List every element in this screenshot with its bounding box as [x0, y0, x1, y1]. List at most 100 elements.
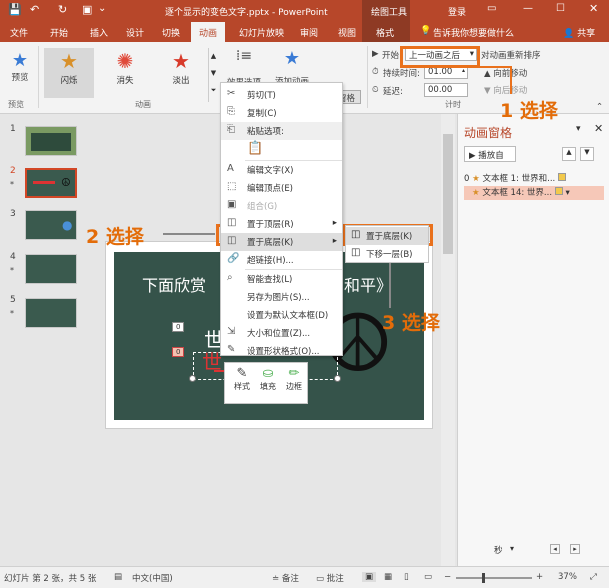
tab-review[interactable]: 审阅 [300, 26, 318, 39]
tab-view[interactable]: 视图 [338, 26, 356, 39]
add-animation-icon: ★ [283, 48, 301, 69]
hyperlink-icon: 🔗 [227, 253, 240, 264]
comments-button[interactable]: ▭ 批注 [316, 572, 344, 584]
timeline-scroll-left[interactable]: ◂ [550, 544, 560, 554]
tab-insert[interactable]: 插入 [90, 26, 108, 39]
tab-format[interactable]: 格式 [376, 26, 394, 39]
send-to-back-icon: ◫ [227, 235, 237, 246]
submenu-send-to-back[interactable]: ◫ 置于底层(K) [346, 227, 428, 245]
scroll-thumb[interactable] [443, 134, 453, 254]
maximize-icon[interactable]: ☐ [556, 3, 565, 14]
menu-item-group[interactable]: ▣ 组合(G) [221, 197, 342, 215]
save-icon[interactable]: 💾 [8, 3, 22, 16]
zoom-slider[interactable] [456, 577, 532, 579]
effects-gallery-scroll[interactable]: ▲ ▼ ⏷ [208, 48, 218, 102]
menu-item-edit-points[interactable]: ⬚ 编辑顶点(E) [221, 179, 342, 197]
slideshow-view-icon[interactable]: ▭ [424, 572, 432, 582]
language-status[interactable]: 中文(中国) [132, 572, 173, 584]
tab-animations[interactable]: 动画 [191, 22, 226, 42]
preview-button[interactable]: ★ 预览 [6, 50, 34, 83]
slide-thumb-1[interactable] [25, 126, 77, 156]
menu-item-set-default-textbox[interactable]: 设置为默认文本框(D) [221, 306, 342, 324]
slide-sorter-icon[interactable]: ▦ [384, 572, 392, 582]
fill-button[interactable]: ⛀ 填充 [257, 366, 279, 392]
menu-item-bring-to-front[interactable]: ◫ 置于顶层(R) ▸ [221, 215, 342, 233]
move-later-button[interactable]: ▼ 向后移动 [484, 84, 527, 96]
slide-thumb-4[interactable] [25, 254, 77, 284]
move-earlier-button[interactable]: ▲ 向前移动 [484, 67, 527, 79]
normal-view-icon[interactable]: ▣ [362, 572, 377, 582]
zoom-in-icon[interactable]: + [536, 572, 543, 582]
arrange-submenu: ◫ 置于底层(K) ◫ 下移一层(B) [345, 225, 429, 263]
timeline-seconds[interactable]: 秒 [494, 544, 503, 556]
tell-me-input[interactable]: 告诉我你想要做什么 [433, 26, 514, 39]
notes-button[interactable]: ≐ 备注 [272, 572, 299, 584]
timeline-scroll-right[interactable]: ▸ [570, 544, 580, 554]
share-button[interactable]: 👤 共享 [563, 26, 595, 39]
effect-disappear[interactable]: ✺ 消失 [100, 48, 150, 98]
collapse-ribbon-icon[interactable]: ⌃ [596, 102, 603, 112]
slideshow-icon[interactable]: ▣ [82, 3, 92, 16]
customize-qat-icon[interactable]: ⌄ [98, 3, 106, 14]
slide-thumb-3[interactable]: ● [25, 210, 77, 240]
slide-thumb-2[interactable]: ☮ [25, 168, 77, 198]
bring-to-front-icon: ◫ [227, 217, 237, 228]
animation-tag-0[interactable]: 0 [172, 322, 185, 332]
resize-handle[interactable] [189, 375, 196, 382]
anim-list-item[interactable]: 0 ★ 文本框 1: 世界和... [464, 172, 604, 186]
pane-close-icon[interactable]: ✕ [594, 122, 603, 135]
anim-list-item-selected[interactable]: ★ 文本框 14: 世界... ▾ [464, 186, 604, 200]
login-link[interactable]: 登录 [448, 5, 466, 18]
zoom-level[interactable]: 37% [558, 572, 577, 582]
undo-icon[interactable]: ↶ [30, 3, 39, 16]
effect-blink[interactable]: ★ 闪烁 [44, 48, 94, 98]
slide-thumb-5[interactable] [25, 298, 77, 328]
effect-fade[interactable]: ★ 淡出 [156, 48, 206, 98]
reading-view-icon[interactable]: ▯ [404, 572, 409, 582]
paste-keep-icon[interactable]: 📋 [247, 141, 263, 156]
play-from-button[interactable]: ▶ 播放自 [464, 146, 516, 162]
redo-icon[interactable]: ↻ [58, 3, 67, 16]
cut-icon: ✂ [227, 88, 236, 99]
move-down-button[interactable]: ▼ [580, 147, 594, 161]
minimize-icon[interactable]: — [523, 3, 533, 14]
preview-label: 预览 [11, 73, 29, 83]
zoom-out-icon[interactable]: − [444, 572, 451, 582]
close-icon[interactable]: ✕ [589, 2, 598, 15]
animation-tag-1[interactable]: 0 [172, 347, 185, 357]
submenu-send-backward[interactable]: ◫ 下移一层(B) [346, 245, 428, 263]
delay-spinner[interactable]: 00.00 [424, 83, 468, 97]
tab-transitions[interactable]: 切换 [162, 26, 180, 39]
pane-options-icon[interactable]: ▾ [576, 124, 581, 134]
edit-points-icon: ⬚ [227, 181, 237, 192]
menu-item-edit-text[interactable]: A 编辑文字(X) [221, 161, 342, 179]
canvas-scrollbar[interactable] [441, 114, 455, 566]
fit-to-window-icon[interactable]: ⤢ [590, 572, 597, 582]
move-up-button[interactable]: ▲ [562, 147, 576, 161]
zoom-slider-thumb[interactable] [482, 573, 485, 583]
menu-item-send-to-back[interactable]: ◫ 置于底层(K) ▸ [221, 233, 342, 251]
tab-file[interactable]: 文件 [10, 26, 28, 39]
window-title: 逐个显示的变色文字.pptx - PowerPoint [165, 8, 328, 18]
resize-handle[interactable] [334, 375, 341, 382]
menu-item-hyperlink[interactable]: 🔗 超链接(H)... [221, 251, 342, 269]
submenu-arrow-icon: ▸ [332, 218, 337, 228]
edit-text-icon: A [227, 163, 234, 174]
menu-item-cut[interactable]: ✂ 剪切(T) [221, 86, 342, 104]
style-button[interactable]: ✎ 样式 [231, 366, 253, 392]
menu-item-copy[interactable]: ⎘ 复制(C) [221, 104, 342, 122]
chevron-down-icon[interactable]: ▾ [565, 188, 569, 198]
border-button[interactable]: ✏ 边框 [283, 366, 305, 392]
ribbon-display-icon[interactable]: ▭ [487, 3, 496, 14]
tab-slideshow[interactable]: 幻灯片放映 [239, 26, 284, 39]
menu-item-save-as-picture[interactable]: 另存为图片(S)... [221, 288, 342, 306]
format-shape-icon: ✎ [227, 344, 236, 355]
menu-item-size-position[interactable]: ⇲ 大小和位置(Z)... [221, 324, 342, 342]
menu-item-format-shape[interactable]: ✎ 设置形状格式(O)... [221, 342, 342, 360]
blink-star-icon: ★ [60, 49, 78, 73]
menu-item-smart-lookup[interactable]: ⌕ 智能查找(L) [221, 270, 342, 288]
group-icon: ▣ [227, 199, 237, 210]
tab-design[interactable]: 设计 [126, 26, 144, 39]
spell-check-icon[interactable]: ▤ [114, 572, 122, 582]
tab-home[interactable]: 开始 [50, 26, 68, 39]
